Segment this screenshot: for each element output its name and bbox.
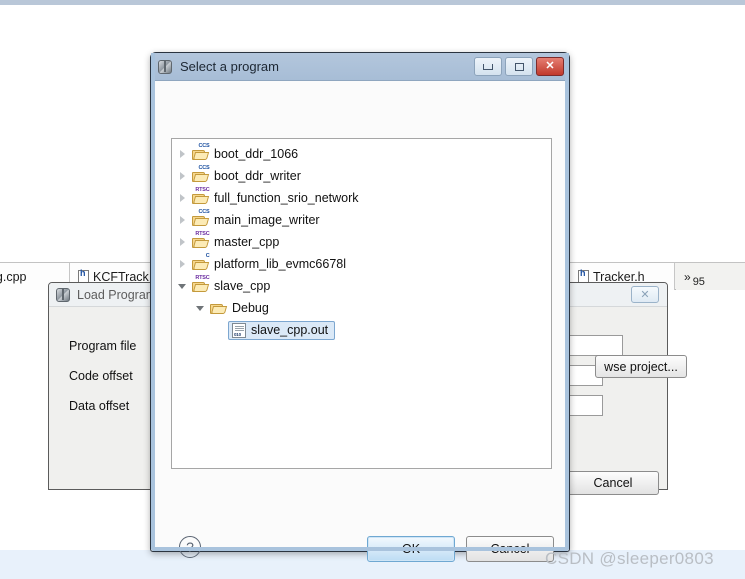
tree-item-label: slave_cpp.out (251, 323, 329, 337)
project-folder-icon: CCS (192, 165, 210, 183)
expand-arrow-closed-icon[interactable] (176, 214, 189, 227)
tree-item[interactable]: CCS main_image_writer (172, 209, 551, 230)
folder-icon (210, 301, 228, 315)
load-program-close-button[interactable]: ✕ (631, 286, 659, 303)
expand-arrow-closed-icon[interactable] (176, 258, 189, 271)
tree-item[interactable]: RTSC master_cpp (172, 231, 551, 252)
tree-item-content[interactable]: Cplatform_lib_evmc6678l (192, 253, 347, 271)
tree-item[interactable]: CCS boot_ddr_writer (172, 165, 551, 186)
tree-item[interactable]: CCS boot_ddr_1066 (172, 143, 551, 164)
window-buttons: ✕ (474, 57, 564, 76)
tree-item-label: full_function_srio_network (214, 191, 359, 205)
tree-item-content[interactable]: Debug (210, 301, 269, 315)
tree-item-content[interactable]: CCS main_image_writer (192, 209, 320, 227)
select-program-title-bar[interactable]: Select a program ✕ (151, 53, 569, 81)
project-folder-icon: RTSC (192, 187, 210, 205)
chevron-double-right-icon: » (684, 269, 691, 284)
tree-item-selected[interactable]: slave_cpp.out (228, 320, 336, 340)
code-offset-label: Code offset (69, 368, 133, 383)
editor-tab-overflow-count: 95 (692, 276, 705, 288)
load-program-title: Load Program (77, 287, 157, 302)
app-cube-icon (157, 59, 173, 75)
close-icon: ✕ (545, 60, 555, 72)
project-folder-icon: CCS (192, 209, 210, 227)
program-tree[interactable]: CCS boot_ddr_1066 CCS boot_ddr_writer RTSC fu… (171, 138, 552, 469)
tree-item-label: boot_ddr_1066 (214, 147, 299, 161)
load-program-cancel-button[interactable]: Cancel (567, 471, 659, 495)
editor-tab-label: peg.cpp (0, 269, 27, 284)
tree-item-label: slave_cpp (214, 279, 271, 293)
project-folder-icon: RTSC (192, 231, 210, 249)
select-program-body: CCS boot_ddr_1066 CCS boot_ddr_writer RTSC fu… (155, 81, 565, 562)
tree-item-content[interactable]: RTSC full_function_srio_network (192, 187, 359, 205)
browse-project-button[interactable]: wse project... (595, 355, 687, 378)
tree-item[interactable]: RTSC full_function_srio_network (172, 187, 551, 208)
tree-item[interactable]: Cplatform_lib_evmc6678l (172, 253, 551, 274)
project-folder-icon: RTSC (192, 275, 210, 293)
tree-item-label: main_image_writer (214, 213, 320, 227)
data-offset-label: Data offset (69, 398, 130, 413)
project-type-badge-c: C (205, 253, 210, 259)
ok-button[interactable]: OK (367, 536, 455, 562)
project-folder-icon: CCS (192, 143, 210, 161)
program-file-label: Program file (69, 338, 137, 353)
project-type-badge-ccs: CCS (198, 209, 210, 215)
project-type-badge-ccs: CCS (198, 165, 210, 171)
tree-item-label: master_cpp (214, 235, 280, 249)
select-program-dialog: Select a program ✕ CCS boot_ddr_1066 CCS bo… (150, 52, 570, 562)
close-button[interactable]: ✕ (536, 57, 564, 76)
editor-tab-overflow[interactable]: » 95 (676, 263, 745, 290)
binary-file-icon (232, 322, 246, 338)
cancel-button[interactable]: Cancel (466, 536, 554, 562)
help-icon[interactable]: ? (179, 536, 201, 558)
tree-item[interactable]: RTSC slave_cpp (172, 275, 551, 296)
tree-item-content[interactable]: RTSC master_cpp (192, 231, 280, 249)
tree-item[interactable]: slave_cpp.out (172, 320, 551, 340)
desktop-top-strip (0, 0, 745, 5)
maximize-button[interactable] (505, 57, 533, 76)
project-type-badge-rtsc: RTSC (195, 231, 210, 237)
tree-item-label: boot_ddr_writer (214, 169, 301, 183)
app-cube-icon (55, 287, 71, 303)
project-type-badge-ccs: CCS (198, 143, 210, 149)
tree-item-label: Debug (232, 301, 269, 315)
expand-arrow-open-icon[interactable] (176, 280, 189, 293)
expand-arrow-closed-icon[interactable] (176, 170, 189, 183)
tree-item-content[interactable]: CCS boot_ddr_1066 (192, 143, 299, 161)
tree-item-content[interactable]: RTSC slave_cpp (192, 275, 271, 293)
expand-arrow-closed-icon[interactable] (176, 148, 189, 161)
minimize-icon (483, 63, 493, 70)
watermark: CSDN @sleeper0803 (545, 549, 714, 568)
project-folder-icon: C (192, 253, 210, 271)
select-program-title: Select a program (180, 59, 279, 74)
minimize-button[interactable] (474, 57, 502, 76)
maximize-icon (514, 62, 524, 71)
project-type-badge-rtsc: RTSC (195, 275, 210, 281)
project-type-badge-rtsc: RTSC (195, 187, 210, 193)
expand-arrow-closed-icon[interactable] (176, 192, 189, 205)
expand-arrow-open-icon[interactable] (194, 302, 207, 315)
tree-item-content[interactable]: CCS boot_ddr_writer (192, 165, 301, 183)
tree-item-label: platform_lib_evmc6678l (214, 257, 347, 271)
expand-arrow-closed-icon[interactable] (176, 236, 189, 249)
tree-item[interactable]: Debug (172, 298, 551, 318)
